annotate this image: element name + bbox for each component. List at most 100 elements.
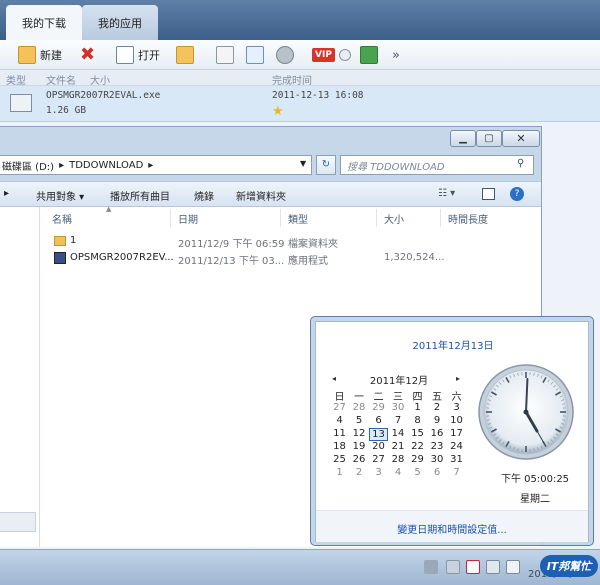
calendar-day[interactable]: 4 (389, 467, 408, 478)
calendar-day[interactable]: 15 (408, 428, 427, 439)
calendar-day[interactable]: 22 (408, 441, 427, 452)
calendar-day[interactable]: 29 (369, 402, 388, 413)
calendar-day[interactable]: 27 (369, 454, 388, 465)
calendar-day[interactable]: 30 (428, 454, 447, 465)
column-separator[interactable] (376, 209, 377, 227)
search-icon[interactable]: ⚲ (517, 158, 524, 169)
close-button[interactable]: ✕ (502, 130, 540, 147)
open-button[interactable]: 打开 (116, 44, 160, 66)
more-button[interactable]: » (392, 44, 400, 66)
calendar-day[interactable]: 1 (330, 467, 349, 478)
new-button[interactable]: 新建 (18, 44, 62, 66)
calendar-day[interactable]: 7 (447, 467, 466, 478)
column-date[interactable]: 日期 (178, 211, 198, 226)
play-all-button[interactable]: 播放所有曲目 (110, 188, 170, 203)
calendar-day[interactable]: 5 (408, 467, 427, 478)
address-dropdown-icon[interactable]: ▼ (300, 159, 306, 168)
calendar-day[interactable]: 31 (447, 454, 466, 465)
calendar-day[interactable]: 2 (350, 467, 369, 478)
maximize-button[interactable]: ▢ (476, 130, 502, 147)
store-button[interactable] (360, 44, 378, 66)
month-label[interactable]: 2011年12月 (336, 372, 462, 387)
command-arrow[interactable]: ▸ (4, 188, 9, 199)
calendar-day[interactable]: 3 (447, 402, 466, 413)
breadcrumb-separator-2[interactable]: ▸ (148, 160, 153, 171)
navigation-pane[interactable] (0, 207, 40, 547)
burn-button[interactable]: 燒錄 (194, 188, 214, 203)
flag-icon[interactable] (446, 560, 460, 574)
column-type[interactable]: 類型 (288, 211, 308, 226)
download-row[interactable]: OPSMGR2007R2EVAL.exe 1.26 GB 2011-12-13 … (0, 86, 600, 122)
file-row[interactable]: 1 2011/12/9 下午 06:59 檔案資料夾 (40, 233, 541, 250)
breadcrumb-separator[interactable]: ▸ (59, 160, 64, 171)
delete-button[interactable]: ✖ (80, 44, 95, 66)
calendar-day[interactable]: 6 (369, 415, 388, 426)
calendar-day[interactable]: 29 (408, 454, 427, 465)
breadcrumb-folder[interactable]: TDDOWNLOAD (69, 160, 143, 171)
calendar-day[interactable]: 3 (369, 467, 388, 478)
tab-my-downloads[interactable]: 我的下载 (6, 5, 82, 40)
calendar-day[interactable]: 9 (428, 415, 447, 426)
minimize-button[interactable]: ▁ (450, 130, 476, 147)
calendar-day[interactable]: 5 (350, 415, 369, 426)
calendar-day[interactable]: 25 (330, 454, 349, 465)
calendar-day[interactable]: 19 (350, 441, 369, 452)
column-separator[interactable] (170, 209, 171, 227)
settings-button[interactable] (276, 44, 294, 66)
column-size[interactable]: 大小 (384, 211, 404, 226)
calendar-day[interactable]: 20 (369, 441, 388, 452)
calendar-day[interactable]: 24 (447, 441, 466, 452)
calendar-day[interactable]: 2 (428, 402, 447, 413)
tab-my-apps[interactable]: 我的应用 (82, 5, 158, 40)
calendar-day[interactable]: 21 (389, 441, 408, 452)
calendar-day[interactable]: 7 (389, 415, 408, 426)
calendar-day[interactable]: 16 (428, 428, 447, 439)
calendar-day[interactable]: 12 (350, 428, 369, 439)
navigation-pane-item[interactable] (0, 512, 36, 532)
col-filename[interactable]: 文件名 (46, 72, 76, 87)
help-icon[interactable]: ? (510, 187, 524, 201)
column-name[interactable]: 名稱 (52, 211, 72, 226)
col-type[interactable]: 类型 (6, 72, 26, 87)
column-separator[interactable] (280, 209, 281, 227)
preview-pane-icon[interactable] (482, 188, 495, 200)
breadcrumb-drive[interactable]: 磁碟區 (D:) (2, 158, 54, 173)
calendar-day[interactable]: 6 (428, 467, 447, 478)
keyboard-icon[interactable] (424, 560, 438, 574)
folder-button[interactable] (176, 44, 194, 66)
vip-button[interactable]: VIP (312, 44, 351, 66)
change-datetime-link[interactable]: 變更日期和時間設定值... (316, 521, 588, 536)
column-separator[interactable] (440, 209, 441, 227)
properties-button[interactable] (246, 44, 264, 66)
network-icon[interactable] (486, 560, 500, 574)
view-options-icon[interactable]: ☷ ▾ (438, 188, 455, 199)
calendar-day[interactable]: 28 (389, 454, 408, 465)
calendar-day[interactable]: 26 (350, 454, 369, 465)
details-button[interactable] (216, 44, 234, 66)
col-completed[interactable]: 完成时间 (272, 72, 312, 87)
volume-icon[interactable] (506, 560, 520, 574)
calendar-day[interactable]: 1 (408, 402, 427, 413)
share-with-button[interactable]: 共用對象 ▾ (36, 188, 84, 203)
refresh-button[interactable]: ↻ (316, 155, 336, 175)
address-bar[interactable]: 磁碟區 (D:) ▸ TDDOWNLOAD ▸ ▼ (0, 155, 312, 175)
calendar-day[interactable]: 27 (330, 402, 349, 413)
calendar-day[interactable]: 30 (389, 402, 408, 413)
calendar-day[interactable]: 10 (447, 415, 466, 426)
calendar-day[interactable]: 11 (330, 428, 349, 439)
col-size[interactable]: 大小 (90, 72, 110, 87)
calendar-day[interactable]: 8 (408, 415, 427, 426)
star-icon[interactable]: ★ (272, 104, 284, 119)
calendar-day[interactable]: 18 (330, 441, 349, 452)
calendar-day[interactable]: 17 (447, 428, 466, 439)
search-input[interactable]: 搜尋 TDDOWNLOAD ⚲ (340, 155, 534, 175)
next-month-button[interactable]: ▸ (456, 374, 460, 383)
calendar-day[interactable]: 4 (330, 415, 349, 426)
calendar-day[interactable]: 13 (369, 428, 388, 441)
calendar-day[interactable]: 28 (350, 402, 369, 413)
calendar-day[interactable]: 14 (389, 428, 408, 439)
network-error-icon[interactable] (466, 560, 480, 574)
full-date-link[interactable]: 2011年12月13日 (316, 337, 590, 352)
new-folder-button[interactable]: 新增資料夾 (236, 188, 286, 203)
calendar-day[interactable]: 23 (428, 441, 447, 452)
